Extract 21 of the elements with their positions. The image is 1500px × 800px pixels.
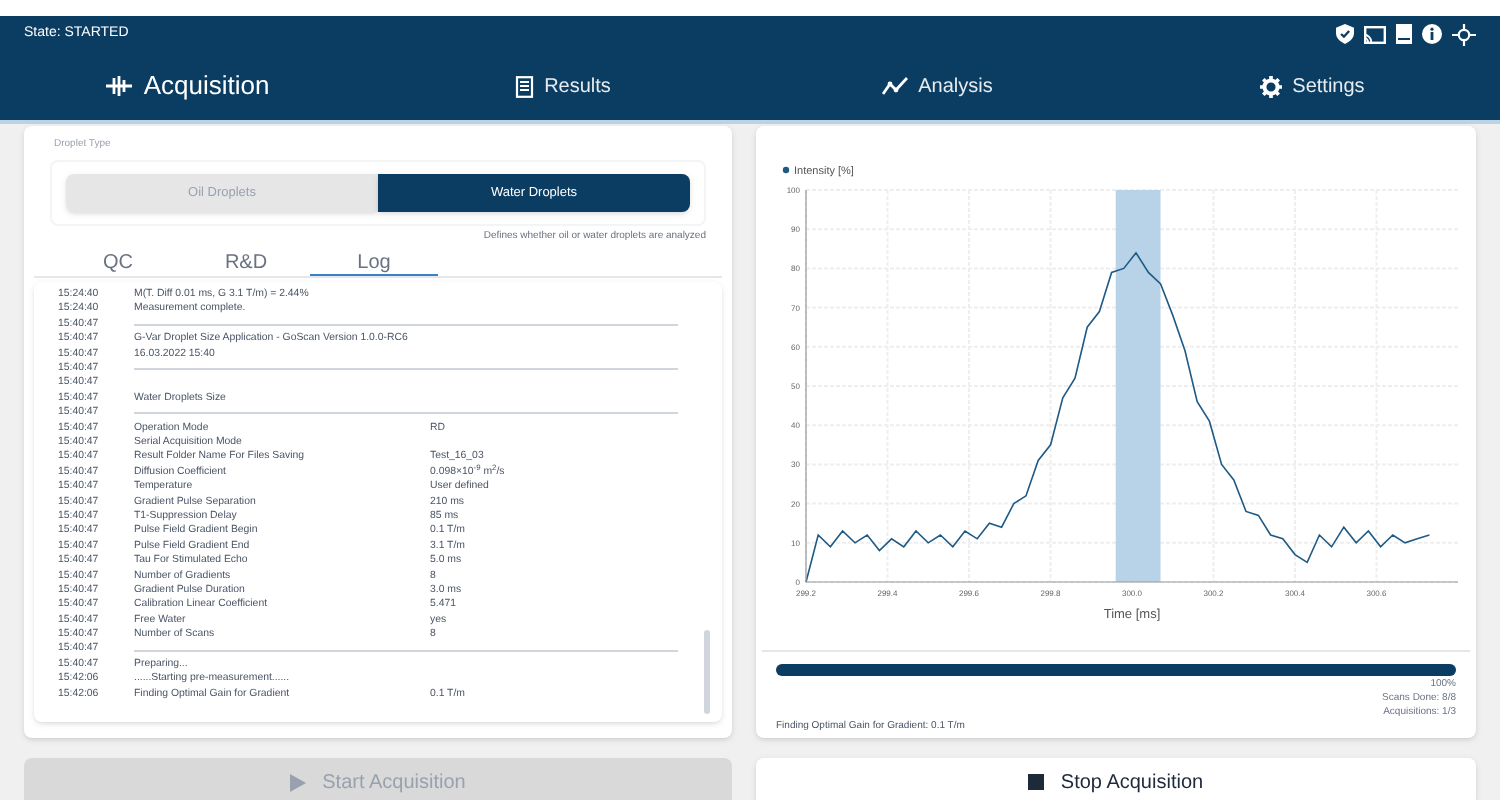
play-icon (290, 773, 307, 791)
tab[interactable]: Log (310, 248, 438, 276)
legend-marker (782, 166, 790, 174)
network-icon[interactable] (1452, 23, 1476, 45)
nav-tab[interactable]: Analysis (882, 71, 993, 101)
nav-tab[interactable]: Acquisition (105, 66, 270, 106)
nav-tab[interactable]: Settings (1260, 71, 1365, 101)
pulse-icon (105, 76, 132, 96)
info-icon[interactable] (1422, 24, 1442, 44)
shield-check-icon[interactable] (1336, 24, 1354, 44)
cast-icon[interactable] (1364, 25, 1386, 43)
tab[interactable]: R&D (182, 248, 310, 276)
scrollbar-thumb[interactable] (704, 630, 710, 714)
book-icon[interactable] (1396, 24, 1412, 44)
stop-acquisition-button[interactable]: Stop Acquisition (756, 758, 1476, 800)
nav-tab[interactable]: Results (514, 71, 611, 101)
gear-icon (1260, 75, 1283, 97)
tab[interactable]: QC (54, 248, 182, 276)
document-icon (514, 75, 535, 97)
line-chart-icon (882, 76, 909, 96)
stop-icon (1028, 774, 1045, 790)
